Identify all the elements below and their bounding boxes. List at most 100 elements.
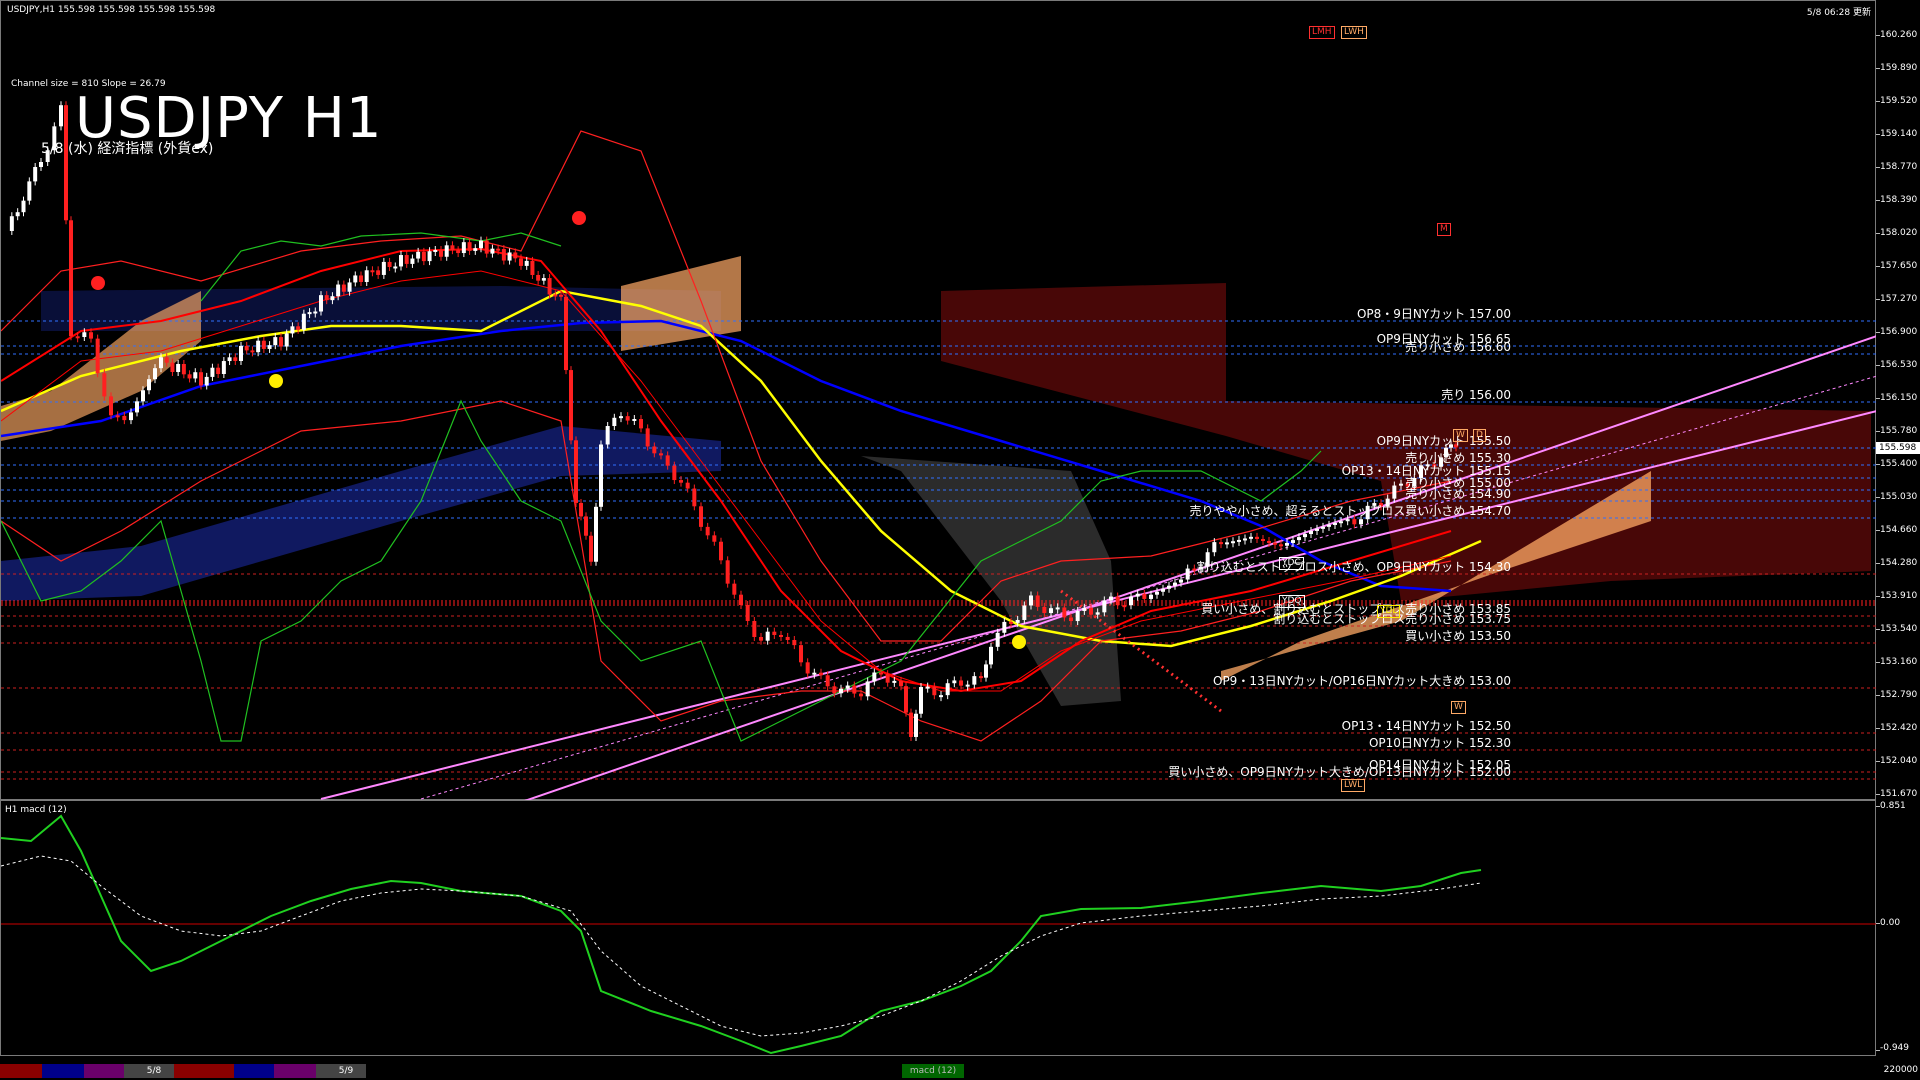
candle-body	[1327, 524, 1331, 527]
candle-body	[541, 278, 546, 281]
candle-body	[1009, 621, 1013, 624]
price-axis-label: 156.530	[1880, 360, 1918, 370]
candle-body	[909, 712, 913, 737]
candle-body	[21, 200, 26, 213]
candle-body	[102, 373, 107, 397]
candle-body	[479, 240, 483, 249]
candle-body	[1315, 528, 1319, 531]
candle-body	[972, 676, 977, 685]
ichimoku-cloud-dotted	[861, 456, 1121, 706]
candle-body	[959, 680, 963, 686]
candle-body	[865, 681, 870, 697]
macd-canvas[interactable]	[1, 801, 1877, 1057]
candle-body	[1291, 540, 1295, 543]
main-chart-pane[interactable]: USDJPY,H1 155.598 155.598 155.598 155.59…	[0, 0, 1877, 801]
candle-body	[1279, 544, 1283, 547]
candle-body	[579, 502, 583, 517]
candle-body	[1255, 536, 1259, 539]
candle-body	[256, 340, 261, 353]
indicator-tab[interactable]: macd (12)	[902, 1064, 964, 1078]
candle-body	[187, 374, 192, 379]
tag-lwh: LWH	[1341, 26, 1367, 39]
volume-label: 220000	[1883, 1065, 1918, 1075]
price-axis-label: 158.390	[1880, 195, 1918, 205]
candle-body	[574, 440, 578, 503]
fractal-up-marker	[269, 374, 283, 388]
candle-body	[984, 664, 988, 678]
candle-body	[919, 687, 923, 714]
candle-body	[490, 248, 495, 254]
candle-body	[819, 672, 823, 676]
price-axis-label: 159.140	[1880, 129, 1918, 139]
candle-body	[279, 337, 283, 347]
tag-w-low: W	[1451, 701, 1466, 714]
candle-body	[899, 680, 903, 687]
candle-body	[1261, 538, 1265, 541]
candle-body	[1359, 519, 1363, 525]
candle-body	[705, 526, 710, 536]
candle-body	[594, 506, 598, 562]
price-axis-label: 154.280	[1880, 558, 1918, 568]
tag-lmh: LMH	[1309, 26, 1335, 39]
candle-body	[1035, 595, 1040, 607]
candle-body	[444, 245, 449, 257]
candle-body	[159, 357, 163, 369]
candle-body	[1029, 595, 1033, 606]
period-separator-bar: 5/8 5/9 macd (12)	[0, 1062, 1920, 1080]
candle-body	[82, 332, 87, 338]
candle-body	[530, 260, 535, 275]
candle-body	[1149, 594, 1153, 599]
candle-body	[1161, 588, 1165, 592]
candle-body	[1109, 596, 1113, 601]
candle-body	[659, 453, 663, 456]
candle-body	[456, 250, 461, 254]
candle-body	[27, 181, 32, 201]
candle-body	[1102, 600, 1107, 613]
candle-body	[1399, 483, 1403, 486]
candle-body	[416, 251, 421, 259]
price-axis-label: 157.650	[1880, 261, 1918, 271]
candle-body	[712, 535, 717, 542]
candle-body	[765, 631, 770, 641]
tag-lwl: LWL	[1341, 779, 1366, 792]
candle-body	[313, 311, 318, 314]
period-segment	[234, 1064, 274, 1078]
candle-body	[33, 167, 38, 182]
candle-body	[1179, 579, 1183, 583]
macd-axis-min: -0.949	[1880, 1043, 1910, 1053]
candle-body	[1115, 596, 1120, 606]
candle-body	[719, 541, 723, 561]
candle-body	[176, 363, 181, 372]
candle-body	[393, 266, 398, 269]
candle-body	[199, 372, 203, 386]
macd-axis-max: 0.851	[1880, 801, 1906, 811]
candle-body	[261, 340, 266, 349]
candle-body	[501, 249, 506, 261]
tag-ydl: YDL	[1377, 605, 1401, 618]
candle-body	[59, 105, 63, 127]
chart-subtitle: 5/8 (水) 経済指標 (外貨ex)	[41, 141, 214, 157]
candle-body	[547, 278, 552, 295]
price-axis-label: 159.890	[1880, 63, 1918, 73]
macd-axis[interactable]: 0.851 0.00 -0.949	[1876, 800, 1920, 1056]
candle-body	[1135, 593, 1140, 597]
candle-body	[1303, 534, 1307, 538]
candle-body	[665, 455, 670, 466]
candle-body	[1352, 519, 1357, 525]
candle-body	[1225, 542, 1229, 545]
candle-body	[1185, 568, 1190, 580]
level-label: 売りやや小さめ、超えるとストップロス買い小さめ 154.70	[1189, 504, 1511, 518]
candle-body	[387, 261, 392, 267]
price-axis[interactable]: 160.260 159.890 159.520 159.140 158.770 158.3…	[1876, 0, 1920, 800]
candle-body	[359, 275, 363, 282]
candle-body	[467, 242, 472, 251]
candle-body	[772, 631, 777, 635]
candle-body	[95, 338, 100, 374]
price-axis-label: 158.020	[1880, 228, 1918, 238]
macd-pane[interactable]: H1 macd (12)	[0, 800, 1877, 1057]
candle-body	[164, 357, 169, 363]
candle-body	[75, 336, 80, 339]
price-axis-label: 152.790	[1880, 690, 1918, 700]
candle-body	[812, 672, 817, 675]
candle-body	[227, 357, 232, 362]
